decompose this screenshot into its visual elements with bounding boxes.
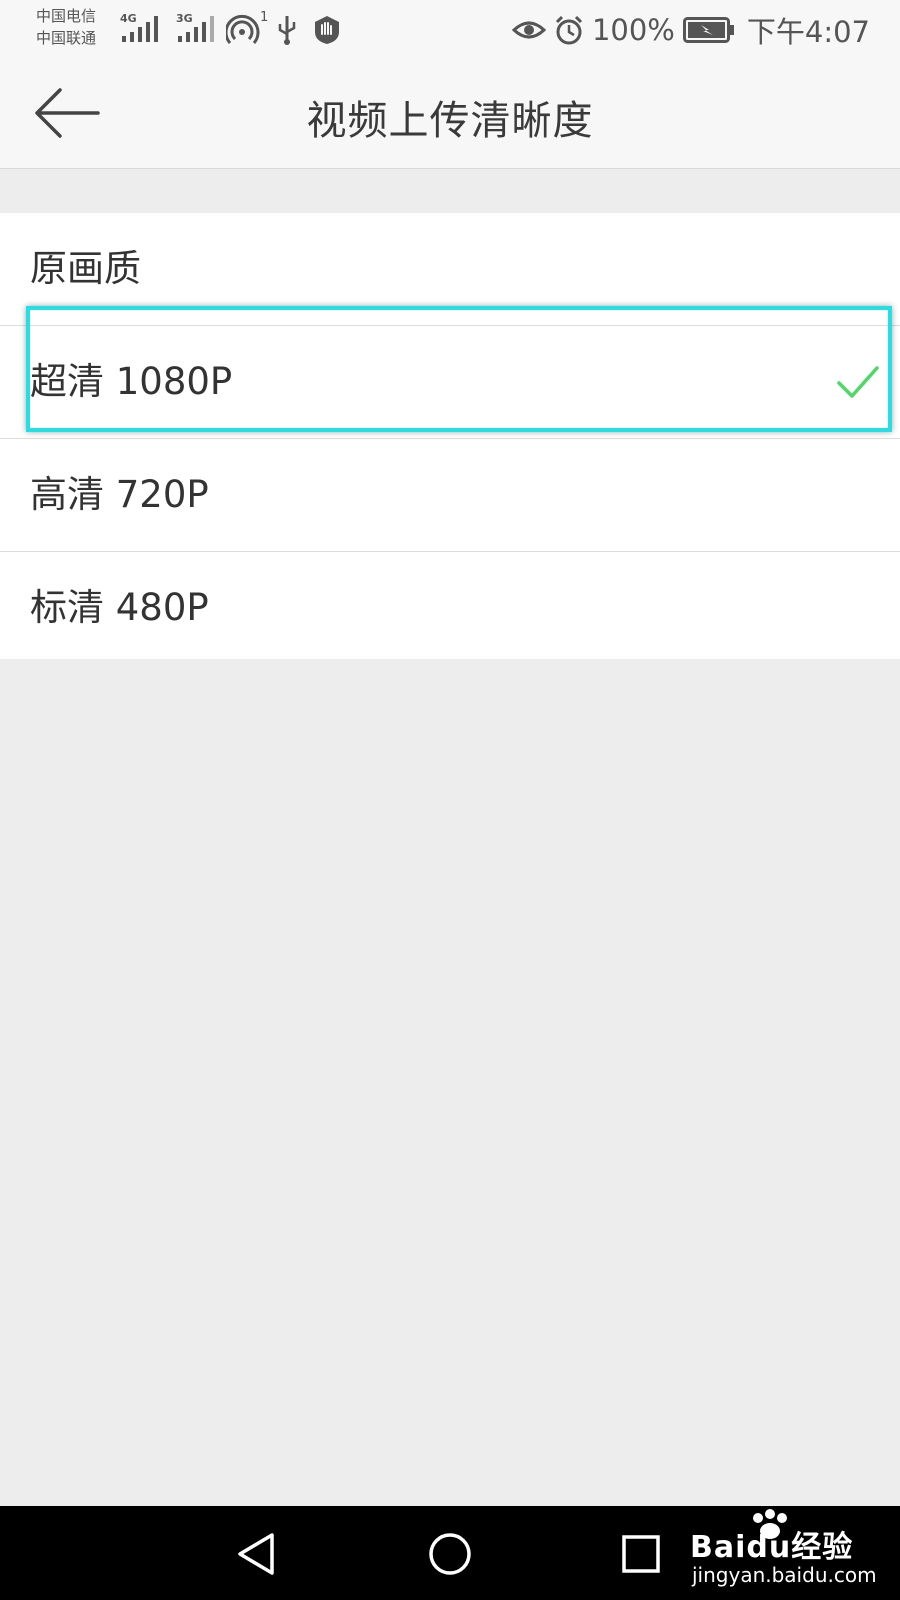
eye-icon (511, 21, 546, 39)
option-label: 超清 1080P (30, 360, 233, 403)
hotspot-icon (226, 14, 260, 44)
app-bar: 视频上传清晰度 (0, 62, 900, 169)
nav-recents-button[interactable] (622, 1535, 660, 1573)
clock-time: 下午4:07 (746, 15, 870, 49)
option-label: 标清 480P (30, 586, 209, 629)
nav-home-button[interactable] (428, 1532, 472, 1576)
option-label: 原画质 (30, 247, 141, 290)
option-720p[interactable]: 高清 720P (0, 439, 900, 552)
hotspot-count: 1 (260, 10, 269, 25)
carrier-2: 中国联通 (36, 29, 97, 47)
status-right: 100% 下午4:07 (511, 12, 870, 49)
battery-charging-icon (682, 17, 734, 43)
option-original-quality[interactable]: 原画质 (0, 213, 900, 326)
alarm-icon (555, 15, 583, 45)
signal-1-icon (122, 16, 158, 42)
option-label: 高清 720P (30, 473, 209, 516)
nav-back-button[interactable] (236, 1532, 276, 1576)
checkmark-icon (837, 366, 879, 398)
privacy-hand-icon (315, 16, 339, 44)
status-bar: 中国电信 中国联通 4G 3G 1 100% 下午4:07 (0, 0, 900, 62)
battery-percent: 100% (591, 13, 675, 47)
usb-icon (278, 16, 296, 45)
page-title: 视频上传清晰度 (306, 98, 594, 144)
option-480p[interactable]: 标清 480P (0, 552, 900, 659)
resolution-options-list: 原画质 超清 1080P 高清 720P 标清 480P (0, 213, 900, 659)
carrier-names: 中国电信 中国联通 (36, 5, 96, 49)
watermark-url: jingyan.baidu.com (692, 1563, 877, 1587)
carrier-1: 中国电信 (36, 7, 97, 25)
signal-2-icon (178, 16, 214, 42)
option-1080p[interactable]: 超清 1080P (0, 326, 900, 439)
baidu-watermark: Baidu经验 jingyan.baidu.com (690, 1506, 890, 1600)
watermark-brand: Baidu经验 (690, 1530, 854, 1565)
